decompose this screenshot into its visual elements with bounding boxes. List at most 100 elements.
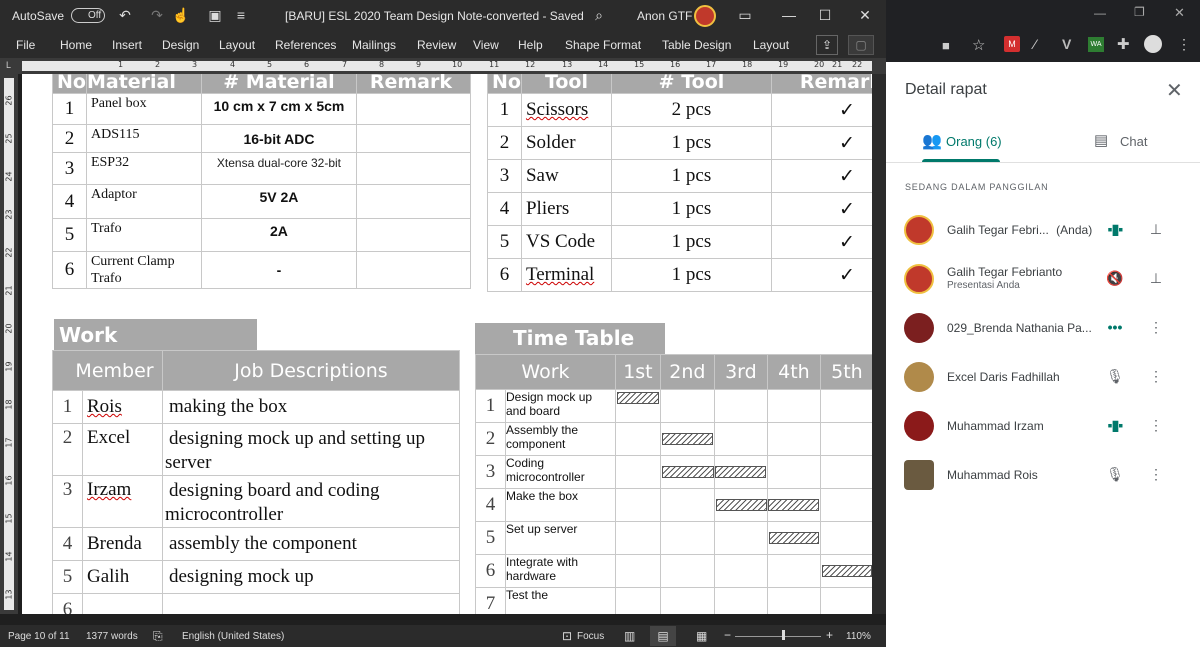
document-page[interactable]: No Material # Material Remark 1 Panel box… [22, 74, 872, 614]
pin-icon[interactable]: ⊥ [1145, 267, 1167, 289]
kebab-menu-icon[interactable]: ⋮ [1177, 36, 1191, 53]
zoom-slider-thumb[interactable] [782, 630, 786, 640]
ruler-number: 8 [379, 61, 385, 69]
extension-icon[interactable]: V [1062, 36, 1071, 52]
tab-people[interactable]: 👥 Orang (6) [904, 126, 1008, 162]
share-icon[interactable]: ⇪ [816, 35, 838, 55]
check-icon: ✓ [770, 93, 872, 127]
participant-row[interactable]: Muhammad Rois 🎙 ⋮ [904, 450, 1194, 499]
more-options-icon[interactable]: ⋮ [1145, 463, 1167, 485]
pin-icon[interactable]: ⊥ [1145, 218, 1167, 240]
table-row: 4 Brenda assembly the component [52, 527, 460, 561]
print-layout-icon[interactable]: ▤ [650, 626, 676, 646]
gantt-cell [819, 554, 872, 588]
maximize-icon[interactable]: ☐ [816, 6, 834, 24]
extension-icon[interactable]: WA [1088, 37, 1104, 52]
cell-material: ADS115 [85, 124, 202, 153]
menu-file[interactable]: File [16, 38, 35, 52]
zoom-in-icon[interactable]: + [826, 628, 833, 642]
gantt-cell [713, 488, 768, 522]
table-row: 3 Irzam designing board and coding microco… [52, 475, 460, 528]
horizontal-ruler[interactable]: L 1 2 3 4 5 6 7 8 9 10 11 12 13 14 15 16… [0, 58, 886, 74]
user-avatar[interactable] [694, 5, 716, 27]
menu-shape-format[interactable]: Shape Format [565, 38, 641, 52]
more-options-icon[interactable]: ⋮ [1145, 365, 1167, 387]
ruler-number: 21 [4, 285, 14, 296]
more-options-icon[interactable]: ⋮ [1145, 316, 1167, 338]
cell-no: 4 [475, 488, 506, 522]
profile-avatar[interactable] [1144, 35, 1162, 53]
col-header: 1st [614, 354, 661, 390]
participant-row[interactable]: 029_Brenda Nathania Pa... ••• ⋮ [904, 303, 1194, 352]
table-row: 4 Make the box [475, 488, 872, 522]
participant-subtitle: Presentasi Anda [947, 280, 1020, 291]
vertical-ruler[interactable]: 26 25 24 23 22 21 20 19 18 17 16 15 14 1… [0, 74, 18, 614]
comments-icon[interactable]: ▢ [848, 35, 874, 55]
autosave-toggle[interactable]: Off [71, 8, 105, 23]
save-icon[interactable]: ▣ [206, 6, 224, 24]
col-header: # [223, 74, 240, 93]
menu-layout[interactable]: Layout [219, 38, 255, 52]
chat-icon: ▤ [1094, 132, 1109, 149]
menu-references[interactable]: References [275, 38, 336, 52]
zoom-level[interactable]: 110% [846, 631, 871, 642]
focus-label[interactable]: Focus [577, 631, 604, 642]
cell-tool: Saw [520, 159, 612, 193]
participant-row[interactable]: Excel Daris Fadhillah 🎙 ⋮ [904, 352, 1194, 401]
menu-mailings[interactable]: Mailings [352, 38, 396, 52]
zoom-out-icon[interactable]: − [724, 628, 731, 642]
menu-help[interactable]: Help [518, 38, 543, 52]
language-indicator[interactable]: English (United States) [182, 631, 284, 642]
proofing-icon[interactable]: ⎘ [153, 629, 163, 644]
menu-home[interactable]: Home [60, 38, 92, 52]
redo-icon[interactable]: ↷ [148, 6, 166, 24]
participant-tag: (Anda) [1056, 223, 1093, 237]
restore-icon[interactable]: ❐ [1134, 5, 1145, 19]
word-count[interactable]: 1377 words [86, 631, 138, 642]
gantt-bar [616, 392, 659, 404]
page-indicator[interactable]: Page 10 of 11 [8, 631, 70, 642]
participant-row[interactable]: Galih Tegar Febrianto Presentasi Anda 🔇 … [904, 254, 1194, 303]
col-header: 3rd [713, 354, 768, 390]
menu-review[interactable]: Review [417, 38, 456, 52]
bookmark-star-icon[interactable]: ☆ [972, 36, 985, 54]
tab-selector-icon[interactable]: L [6, 60, 11, 70]
cell-tool: Terminal [520, 258, 612, 292]
menu-view[interactable]: View [473, 38, 499, 52]
camera-icon[interactable]: ■ [942, 38, 950, 53]
ribbon-display-icon[interactable]: ▭ [736, 6, 754, 24]
touch-mode-icon[interactable]: ☝ [172, 6, 190, 24]
menu-table-design[interactable]: Table Design [662, 38, 731, 52]
ruler-number: 16 [670, 61, 681, 69]
cell-tool: VS Code [520, 225, 612, 259]
extension-icon[interactable]: M [1004, 36, 1020, 52]
gantt-cell [659, 422, 715, 456]
minimize-icon[interactable]: — [1094, 6, 1106, 20]
menu-table-layout[interactable]: Layout [753, 38, 789, 52]
search-icon[interactable]: ⌕ [590, 6, 608, 24]
customize-qat-icon[interactable]: ≡ [232, 6, 250, 24]
document-title[interactable]: [BARU] ESL 2020 Team Design Note-convert… [285, 9, 584, 23]
web-layout-icon[interactable]: ▦ [696, 629, 707, 643]
menu-design[interactable]: Design [162, 38, 199, 52]
participant-row[interactable]: Galih Tegar Febri... (Anda) ▪▮▪ ⊥ [904, 205, 1194, 254]
read-mode-icon[interactable]: ▥ [624, 629, 635, 643]
material-header-row: No Material # Material Remark [52, 74, 472, 94]
extensions-puzzle-icon[interactable]: ✚ [1117, 35, 1130, 53]
participant-row[interactable]: Muhammad Irzam ▪▮▪ ⋮ [904, 401, 1194, 450]
tab-chat[interactable]: ▤ Chat [1094, 126, 1174, 162]
minimize-icon[interactable]: — [780, 6, 798, 24]
undo-icon[interactable]: ↶ [116, 6, 134, 24]
focus-icon[interactable]: ⊡ [562, 629, 572, 643]
close-panel-icon[interactable]: ✕ [1166, 78, 1183, 103]
zoom-slider[interactable] [735, 636, 821, 637]
close-icon[interactable]: ✕ [856, 6, 874, 24]
cell-no: 5 [52, 218, 87, 252]
volume-off-icon[interactable]: 🔇 [1104, 267, 1126, 289]
more-options-icon[interactable]: ⋮ [1145, 414, 1167, 436]
cell-no: 2 [52, 423, 83, 476]
extension-icon[interactable]: ⁄ [1034, 36, 1036, 52]
close-icon[interactable]: ✕ [1174, 5, 1185, 21]
menu-insert[interactable]: Insert [112, 38, 142, 52]
vertical-scrollbar[interactable] [872, 74, 886, 614]
